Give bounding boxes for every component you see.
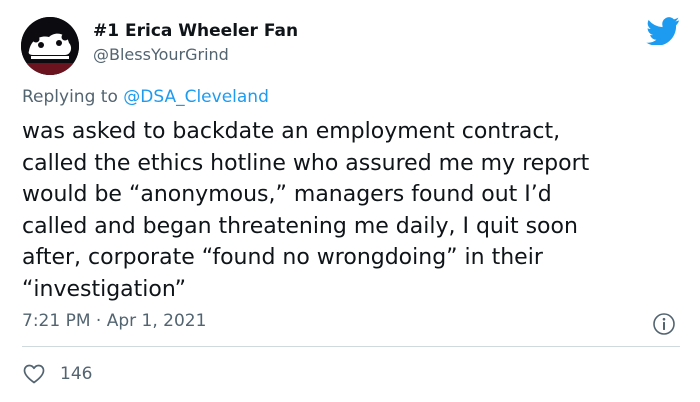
twitter-bird-icon[interactable] — [646, 17, 680, 45]
heart-icon — [23, 364, 45, 384]
tweet-time: 7:21 PM — [22, 311, 91, 331]
tweet-text-line: called the ethics hotline who assured me… — [22, 150, 590, 176]
reply-mention-link[interactable]: @DSA_Cleveland — [123, 87, 269, 107]
user-handle[interactable]: @BlessYourGrind — [93, 45, 229, 64]
tweet-text-line: was asked to backdate an employment cont… — [22, 119, 561, 144]
reply-context: Replying to @DSA_Cleveland — [22, 87, 269, 107]
tweet-text-line: after, corporate “found no wrongdoing” i… — [22, 245, 543, 270]
panda-logo-icon — [21, 17, 79, 75]
avatar[interactable] — [21, 17, 79, 75]
tweet-card: #1 Erica Wheeler Fan @BlessYourGrind Rep… — [0, 0, 700, 402]
reply-prefix: Replying to — [22, 87, 118, 107]
tweet-date: Apr 1, 2021 — [106, 311, 207, 331]
info-icon[interactable] — [652, 312, 676, 336]
tweet-text: was asked to backdate an employment cont… — [22, 116, 682, 305]
like-count: 146 — [60, 364, 93, 384]
meta-separator: · — [95, 311, 102, 331]
display-name[interactable]: #1 Erica Wheeler Fan — [93, 21, 298, 41]
divider — [22, 346, 680, 347]
tweet-text-line: would be “anonymous,” managers found out… — [22, 182, 552, 207]
tweet-text-line: “investigation” — [22, 276, 186, 302]
tweet-timestamp[interactable]: 7:21 PM · Apr 1, 2021 — [22, 311, 206, 331]
tweet-text-line: called and began threatening me daily, I… — [22, 213, 578, 239]
like-button[interactable]: 146 — [22, 362, 92, 386]
